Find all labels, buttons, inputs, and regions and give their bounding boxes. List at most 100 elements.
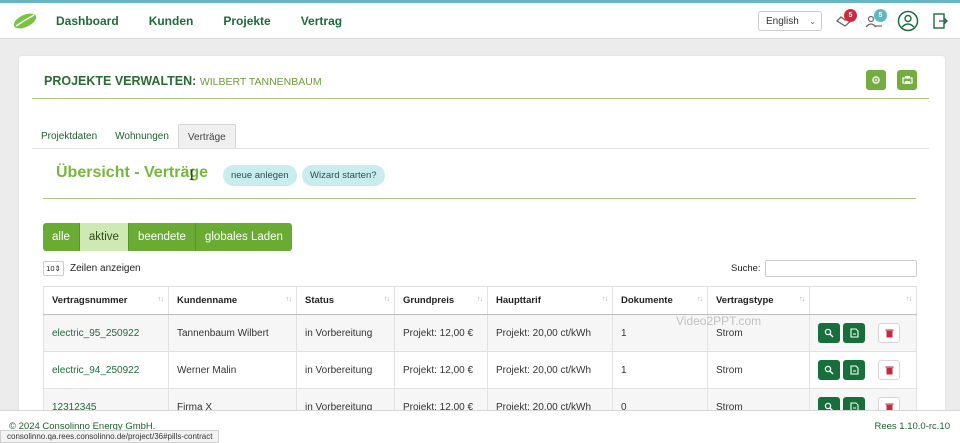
table-header-row: Vertragsnummer ↑↓ Kundenname ↑↓ Status ↑↓ G… bbox=[43, 286, 917, 315]
trash-icon bbox=[885, 366, 893, 375]
logout-icon bbox=[933, 13, 948, 29]
page-title-main: PROJEKTE VERWALTEN: bbox=[44, 74, 197, 88]
notification-badge-1: 5 bbox=[844, 9, 857, 22]
magnifier-icon bbox=[824, 328, 834, 338]
filter-globales-laden[interactable]: globales Laden bbox=[196, 223, 292, 251]
column-header-kundenname[interactable]: Kundenname ↑↓ bbox=[168, 286, 297, 315]
page-title-customer: WILBERT TANNENBAUM bbox=[199, 76, 322, 88]
base-price-cell: Projekt: 12,00 € bbox=[394, 314, 488, 352]
nav-dashboard[interactable]: Dashboard bbox=[56, 14, 119, 28]
view-button[interactable] bbox=[818, 323, 840, 343]
column-header-vertragstype[interactable]: Vertragstype ↑↓ bbox=[707, 286, 810, 315]
page-length-value: 10 bbox=[46, 264, 55, 273]
tab-projektdaten[interactable]: Projektdaten bbox=[32, 124, 106, 149]
contract-number-link[interactable]: electric_94_250922 bbox=[43, 351, 169, 389]
search-label: Suche: bbox=[731, 263, 761, 274]
column-header-label: Vertragsnummer bbox=[52, 295, 128, 306]
page-title: PROJEKTE VERWALTEN: WILBERT TANNENBAUM bbox=[44, 74, 322, 88]
base-price-cell: Projekt: 12,00 € bbox=[394, 351, 488, 389]
delete-button[interactable] bbox=[878, 360, 900, 380]
document-button[interactable] bbox=[843, 323, 865, 343]
contract-filter-group: alle aktive beendete globales Laden bbox=[43, 223, 292, 251]
text-cursor-icon: I bbox=[189, 168, 195, 184]
contracts-table: Vertragsnummer ↑↓ Kundenname ↑↓ Status ↑↓ G… bbox=[43, 286, 917, 426]
sort-icon: ↑↓ bbox=[384, 296, 390, 303]
sort-icon: ↑↓ bbox=[158, 296, 164, 303]
tab-divider bbox=[32, 148, 929, 149]
contract-number-link[interactable]: electric_95_250922 bbox=[43, 314, 169, 352]
column-header-label: Dokumente bbox=[621, 295, 673, 306]
printer-icon bbox=[901, 76, 913, 84]
column-header-label: Grundpreis bbox=[403, 295, 455, 306]
magnifier-icon bbox=[824, 365, 834, 375]
search-input[interactable] bbox=[764, 260, 917, 277]
nav-right: English ⌄ 5 5 bbox=[758, 3, 960, 39]
column-header-grundpreis[interactable]: Grundpreis ↑↓ bbox=[394, 286, 488, 315]
nav-projekte[interactable]: Projekte bbox=[223, 14, 270, 28]
column-header-actions[interactable]: ↑↓ bbox=[809, 286, 917, 315]
main-card: PROJEKTE VERWALTEN: WILBERT TANNENBAUM P… bbox=[19, 56, 945, 426]
navbar: Dashboard Kunden Projekte Vertrag Englis… bbox=[0, 3, 960, 39]
tab-vertraege[interactable]: Verträge bbox=[177, 124, 236, 149]
status-cell: in Vorbereitung bbox=[296, 314, 395, 352]
language-select[interactable]: English ⌄ bbox=[758, 11, 822, 31]
view-button[interactable] bbox=[818, 360, 840, 380]
section-title: Übersicht - Verträge bbox=[56, 164, 209, 181]
filter-aktive[interactable]: aktive bbox=[79, 223, 129, 251]
nav-kunden[interactable]: Kunden bbox=[149, 14, 194, 28]
sort-icon: ↑↓ bbox=[286, 296, 292, 303]
actions-cell bbox=[809, 314, 917, 352]
settings-button[interactable] bbox=[866, 70, 886, 90]
column-header-haupttarif[interactable]: Haupttarif ↑↓ bbox=[487, 286, 613, 315]
nav-vertrag[interactable]: Vertrag bbox=[301, 14, 342, 28]
main-nav: Dashboard Kunden Projekte Vertrag bbox=[56, 14, 372, 28]
notification-button-1[interactable]: 5 bbox=[830, 7, 858, 35]
leaf-logo-icon[interactable] bbox=[12, 11, 38, 31]
table-search: Suche: bbox=[731, 260, 917, 277]
main-tariff-cell: Projekt: 20,00 ct/kWh bbox=[487, 351, 613, 389]
user-profile-button[interactable] bbox=[894, 7, 922, 35]
document-icon bbox=[849, 365, 859, 375]
gear-icon bbox=[872, 76, 880, 84]
project-tabs: Projektdaten Wohnungen Verträge bbox=[32, 124, 236, 149]
filter-beendete[interactable]: beendete bbox=[129, 223, 196, 251]
column-header-dokumente[interactable]: Dokumente ↑↓ bbox=[612, 286, 708, 315]
user-avatar-icon bbox=[897, 10, 919, 32]
section-divider bbox=[43, 198, 916, 199]
wizard-button[interactable]: Wizard starten? bbox=[302, 165, 385, 186]
print-button[interactable] bbox=[897, 70, 917, 90]
table-row: electric_94_250922 Werner Malin in Vorbe… bbox=[43, 351, 917, 389]
language-value: English bbox=[766, 15, 799, 27]
sort-icon: ↑↓ bbox=[602, 296, 608, 303]
notification-badge-2: 5 bbox=[874, 9, 887, 22]
page-length-control: 10 ⇕ Zeilen anzeigen bbox=[43, 261, 141, 276]
column-header-vertragsnummer[interactable]: Vertragsnummer ↑↓ bbox=[43, 286, 169, 315]
new-contract-button[interactable]: neue anlegen bbox=[223, 165, 297, 186]
page-length-select[interactable]: 10 ⇕ bbox=[43, 261, 64, 276]
title-divider bbox=[32, 98, 929, 99]
delete-button[interactable] bbox=[878, 323, 900, 343]
filter-alle[interactable]: alle bbox=[43, 223, 80, 251]
column-header-label: Vertragstype bbox=[716, 295, 774, 306]
sort-icon: ↑↓ bbox=[477, 296, 483, 303]
sort-icon: ↑↓ bbox=[697, 296, 703, 303]
document-icon bbox=[849, 328, 859, 338]
customer-name-cell: Tannenbaum Wilbert bbox=[168, 314, 297, 352]
page-length-label: Zeilen anzeigen bbox=[70, 263, 141, 274]
column-header-label: Kundenname bbox=[177, 295, 238, 306]
documents-cell: 1 bbox=[612, 351, 708, 389]
table-row: electric_95_250922 Tannenbaum Wilbert in… bbox=[43, 314, 917, 352]
sort-icon: ↑↓ bbox=[906, 296, 912, 303]
actions-cell bbox=[809, 351, 917, 389]
notification-button-2[interactable]: 5 bbox=[860, 7, 888, 35]
main-tariff-cell: Projekt: 20,00 ct/kWh bbox=[487, 314, 613, 352]
document-button[interactable] bbox=[843, 360, 865, 380]
footer-version: Rees 1.10.0-rc.10 bbox=[874, 421, 950, 432]
tab-wohnungen[interactable]: Wohnungen bbox=[106, 124, 178, 149]
logout-button[interactable] bbox=[926, 7, 954, 35]
contract-type-cell: Strom bbox=[707, 351, 810, 389]
watermark-text: Video2PPT.com bbox=[676, 314, 762, 328]
column-header-status[interactable]: Status ↑↓ bbox=[296, 286, 395, 315]
status-cell: in Vorbereitung bbox=[296, 351, 395, 389]
sort-icon: ↑↓ bbox=[799, 296, 805, 303]
